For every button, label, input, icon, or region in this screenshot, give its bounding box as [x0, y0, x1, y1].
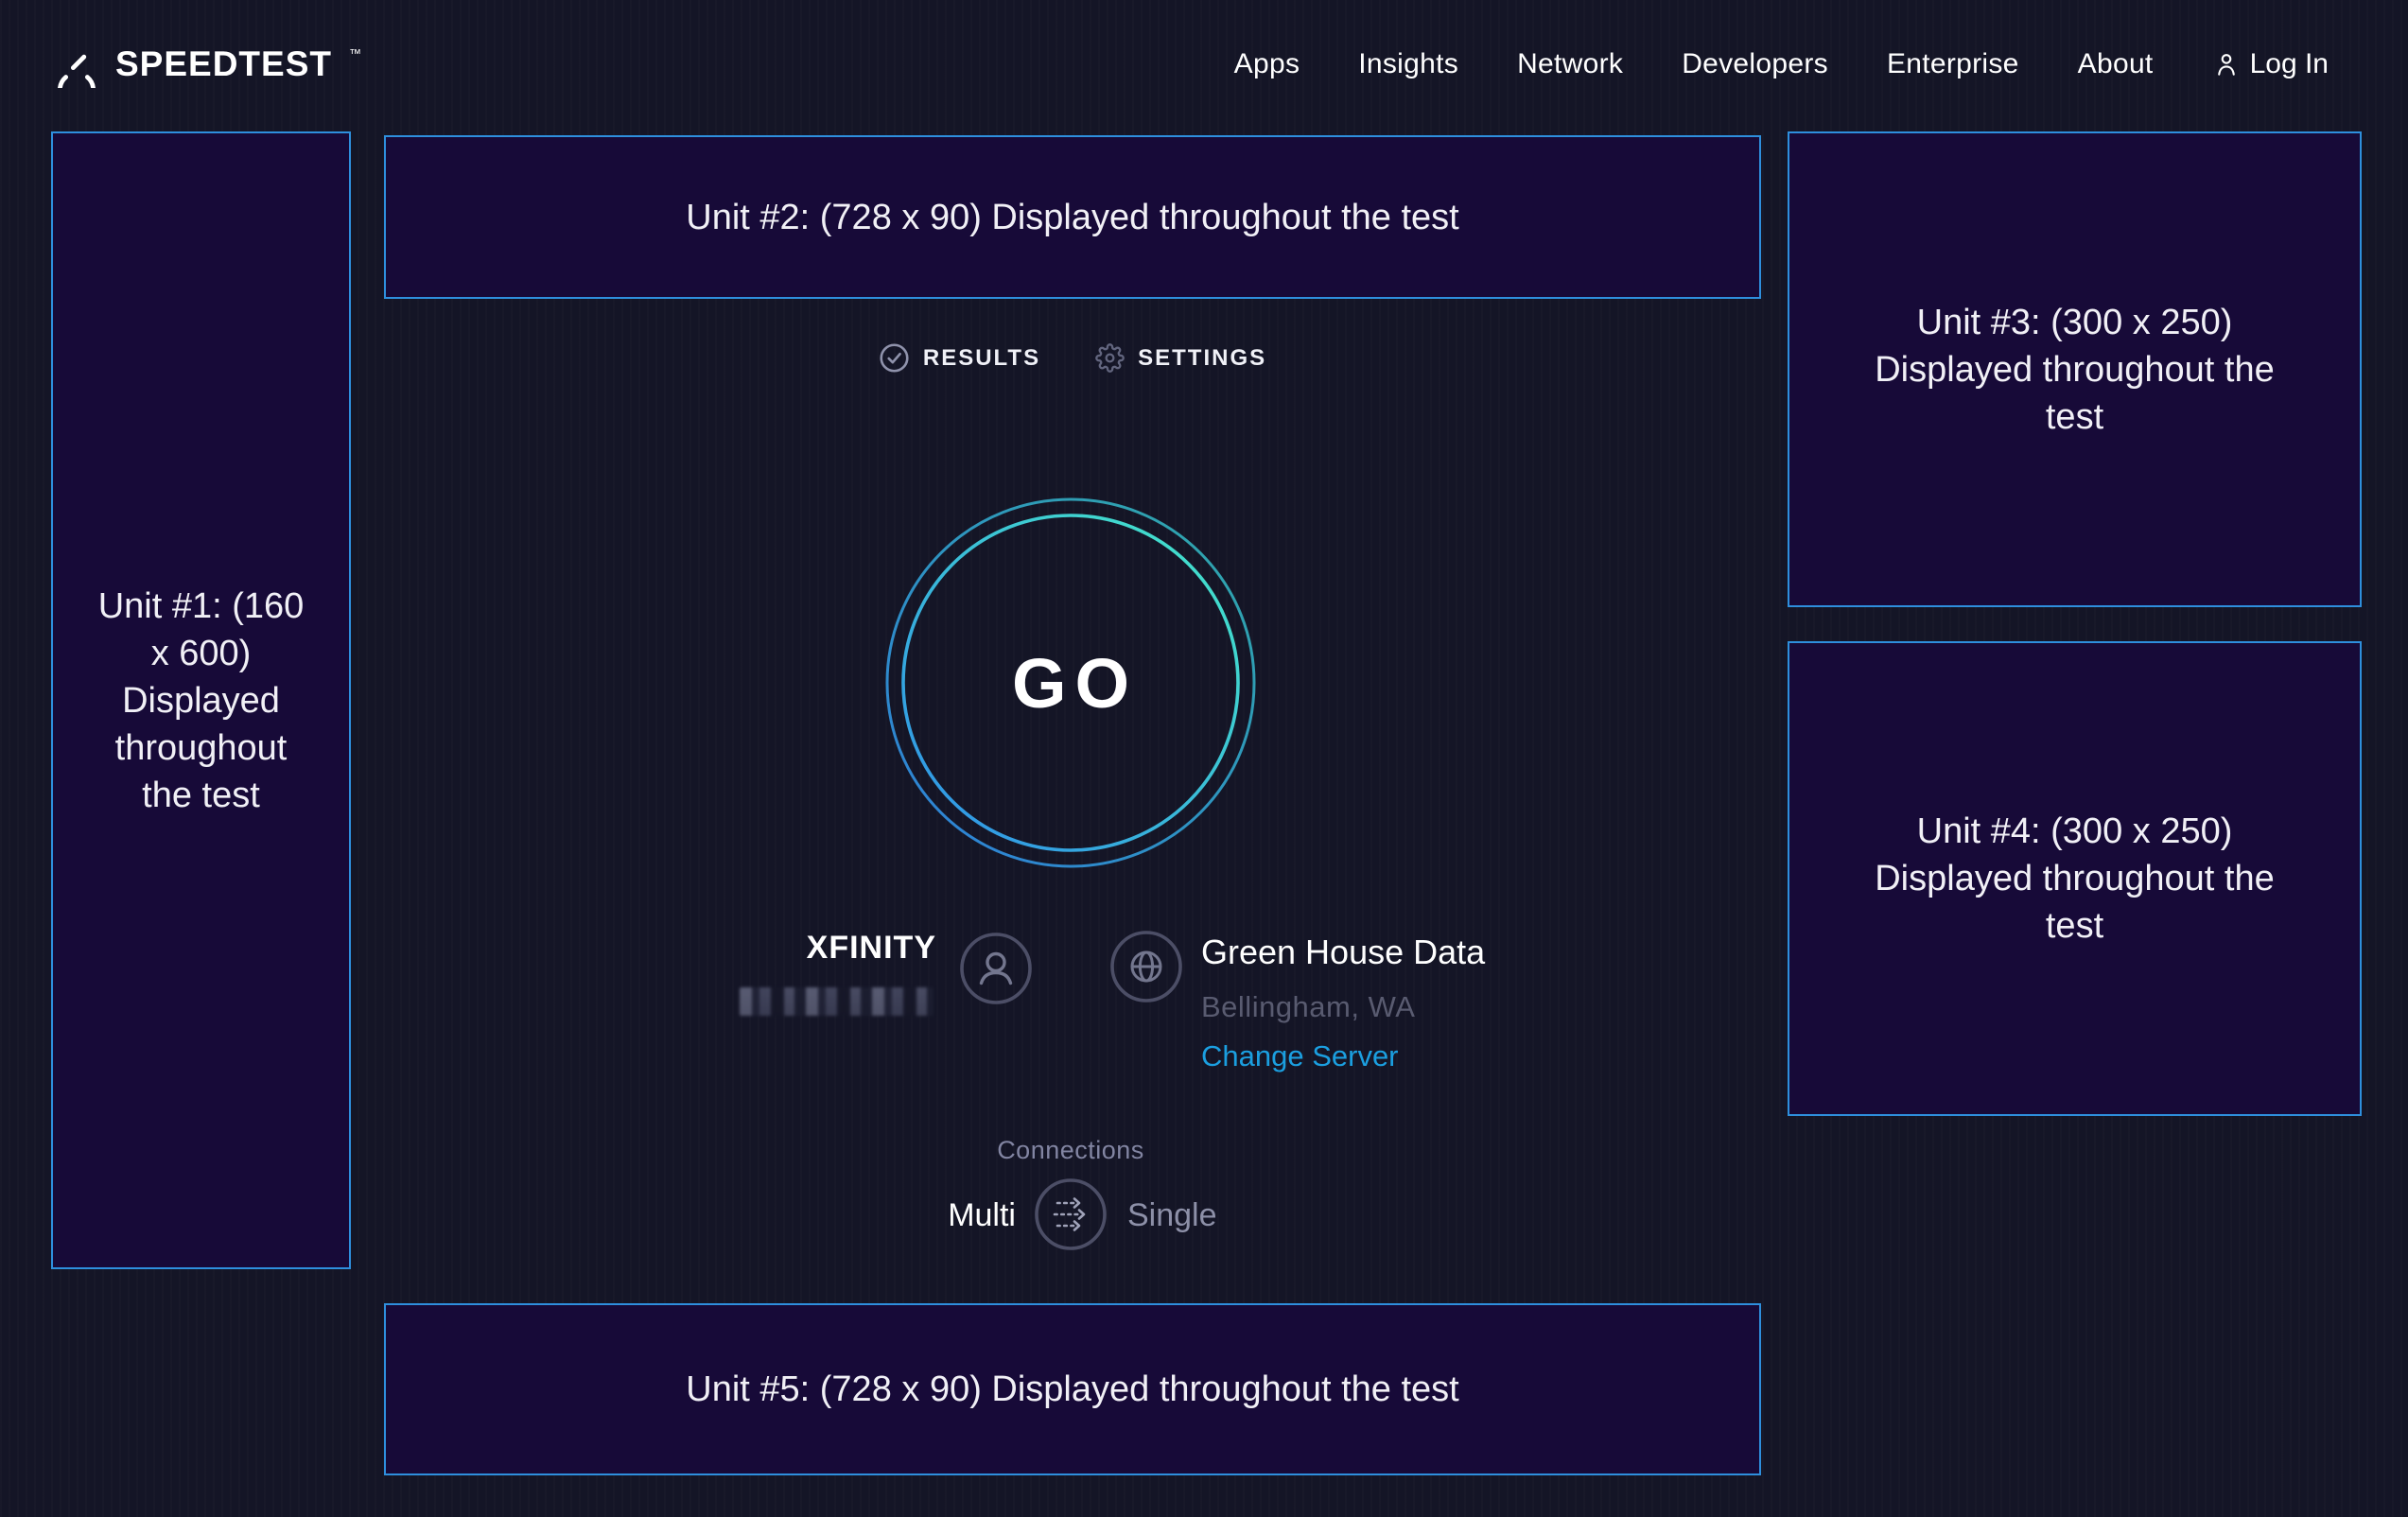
ad-unit-4-text: Unit #4: (300 x 250) Displayed throughou… — [1848, 808, 2302, 950]
nav-item-insights[interactable]: Insights — [1358, 48, 1458, 80]
speedtest-page: SPEEDTEST ™ Apps Insights Network Develo… — [0, 0, 2408, 1517]
nav-item-network[interactable]: Network — [1517, 48, 1623, 80]
go-button-label: GO — [872, 484, 1269, 881]
nav-item-enterprise[interactable]: Enterprise — [1887, 48, 2019, 80]
brand-name: SPEEDTEST — [115, 44, 332, 84]
isp-name: XFINITY — [662, 930, 936, 967]
user-icon — [2212, 50, 2241, 78]
connections-multi-option[interactable]: Multi — [878, 1197, 1016, 1234]
ad-unit-1-text: Unit #1: (160 x 600) Displayed throughou… — [88, 583, 315, 819]
check-circle-icon — [879, 342, 910, 374]
connections-label: Connections — [976, 1136, 1165, 1165]
brand-trademark: ™ — [349, 46, 361, 61]
speedtest-logo[interactable]: SPEEDTEST ™ — [53, 41, 359, 88]
nav-item-developers[interactable]: Developers — [1682, 48, 1828, 80]
tab-results-label: RESULTS — [923, 345, 1040, 372]
ad-unit-2-banner: Unit #2: (728 x 90) Displayed throughout… — [384, 135, 1761, 299]
tab-settings[interactable]: SETTINGS — [1095, 342, 1266, 374]
server-name: Green House Data — [1201, 933, 1485, 972]
server-globe-icon — [1109, 930, 1183, 1003]
tab-results[interactable]: RESULTS — [879, 342, 1040, 374]
login-button[interactable]: Log In — [2212, 48, 2329, 80]
gear-icon — [1095, 343, 1125, 373]
ad-unit-5-banner: Unit #5: (728 x 90) Displayed throughout… — [384, 1303, 1761, 1475]
change-server-link[interactable]: Change Server — [1201, 1039, 1399, 1073]
nav-item-apps[interactable]: Apps — [1234, 48, 1300, 80]
top-nav-bar: SPEEDTEST ™ Apps Insights Network Develo… — [0, 0, 2408, 129]
speedtest-gauge-icon — [53, 41, 100, 88]
isp-person-icon — [959, 932, 1033, 1005]
ip-address-redacted — [740, 987, 934, 1016]
ad-unit-4-rectangle: Unit #4: (300 x 250) Displayed throughou… — [1788, 641, 2362, 1116]
server-location: Bellingham, WA — [1201, 990, 1415, 1024]
ad-unit-1-skyscraper: Unit #1: (160 x 600) Displayed throughou… — [51, 131, 351, 1269]
connections-single-option[interactable]: Single — [1127, 1197, 1217, 1234]
nav-menu: Apps Insights Network Developers Enterpr… — [1234, 48, 2329, 80]
nav-item-about[interactable]: About — [2078, 48, 2154, 80]
login-label: Log In — [2250, 48, 2329, 80]
connections-toggle-icon[interactable] — [1034, 1177, 1108, 1251]
ad-unit-5-text: Unit #5: (728 x 90) Displayed throughout… — [686, 1366, 1458, 1413]
go-button[interactable]: GO — [872, 484, 1269, 881]
ad-unit-2-text: Unit #2: (728 x 90) Displayed throughout… — [686, 194, 1458, 241]
tab-settings-label: SETTINGS — [1138, 345, 1266, 372]
results-settings-tabs: RESULTS SETTINGS — [0, 342, 2145, 374]
